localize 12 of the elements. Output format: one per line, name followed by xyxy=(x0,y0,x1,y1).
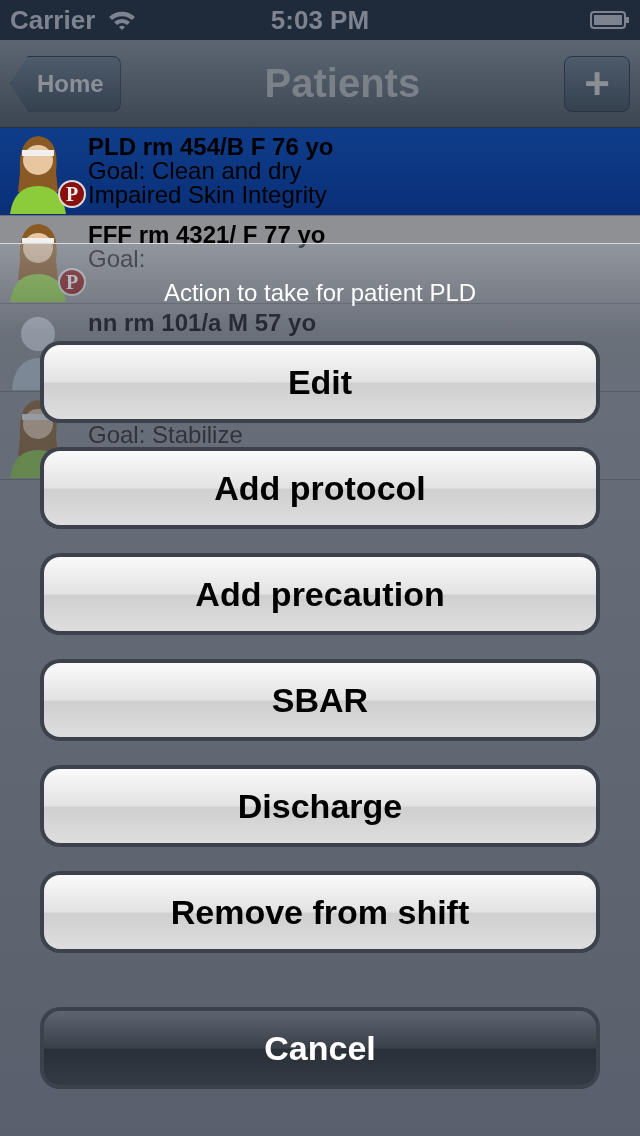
precaution-badge: P xyxy=(58,268,86,296)
patient-goal: Goal: xyxy=(88,247,147,271)
patient-goal: Goal: Stabilize xyxy=(88,423,243,447)
clock-time: 5:03 PM xyxy=(270,4,370,36)
patient-goal: Goal: Clean and dry xyxy=(88,159,303,183)
patient-name: FFF rm 4321/ F 77 yo xyxy=(88,223,326,247)
patient-name: nn rm 101/a M 57 yo xyxy=(88,311,317,335)
precaution-badge: P xyxy=(58,180,86,208)
action-sheet-title: Action to take for patient PLD xyxy=(163,279,477,307)
patient-name: PLD rm 454/B F 76 yo xyxy=(88,135,334,159)
patient-diagnosis: Impaired Skin Integrity xyxy=(88,183,328,207)
carrier-label: Carrier xyxy=(10,4,96,36)
